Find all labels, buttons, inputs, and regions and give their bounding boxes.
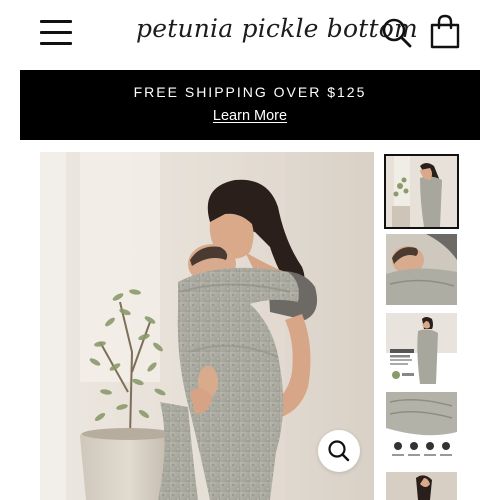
promo-banner: FREE SHIPPING OVER $125 Learn More — [20, 70, 480, 140]
learn-more-link[interactable]: Learn More — [213, 108, 287, 124]
brand-logo[interactable]: petunia pickle bottom — [136, 14, 418, 43]
site-header: petunia pickle bottom — [0, 0, 500, 68]
thumbnail-image — [386, 313, 457, 384]
thumbnail-2[interactable] — [386, 234, 457, 305]
thumbnail-5[interactable] — [386, 472, 457, 500]
zoom-magnifier-icon[interactable] — [318, 430, 360, 472]
thumbnail-3[interactable] — [386, 313, 457, 384]
search-icon[interactable] — [380, 16, 414, 50]
shopping-bag-icon[interactable] — [428, 14, 462, 50]
hamburger-menu-icon[interactable] — [40, 20, 72, 45]
thumbnail-image — [386, 234, 457, 305]
thumbnail-4[interactable] — [386, 392, 457, 463]
thumbnail-image — [386, 392, 457, 463]
thumbnail-image — [386, 472, 457, 500]
promo-text: FREE SHIPPING OVER $125 — [133, 84, 367, 100]
thumbnail-1[interactable] — [384, 154, 459, 229]
thumbnail-image — [386, 156, 457, 227]
